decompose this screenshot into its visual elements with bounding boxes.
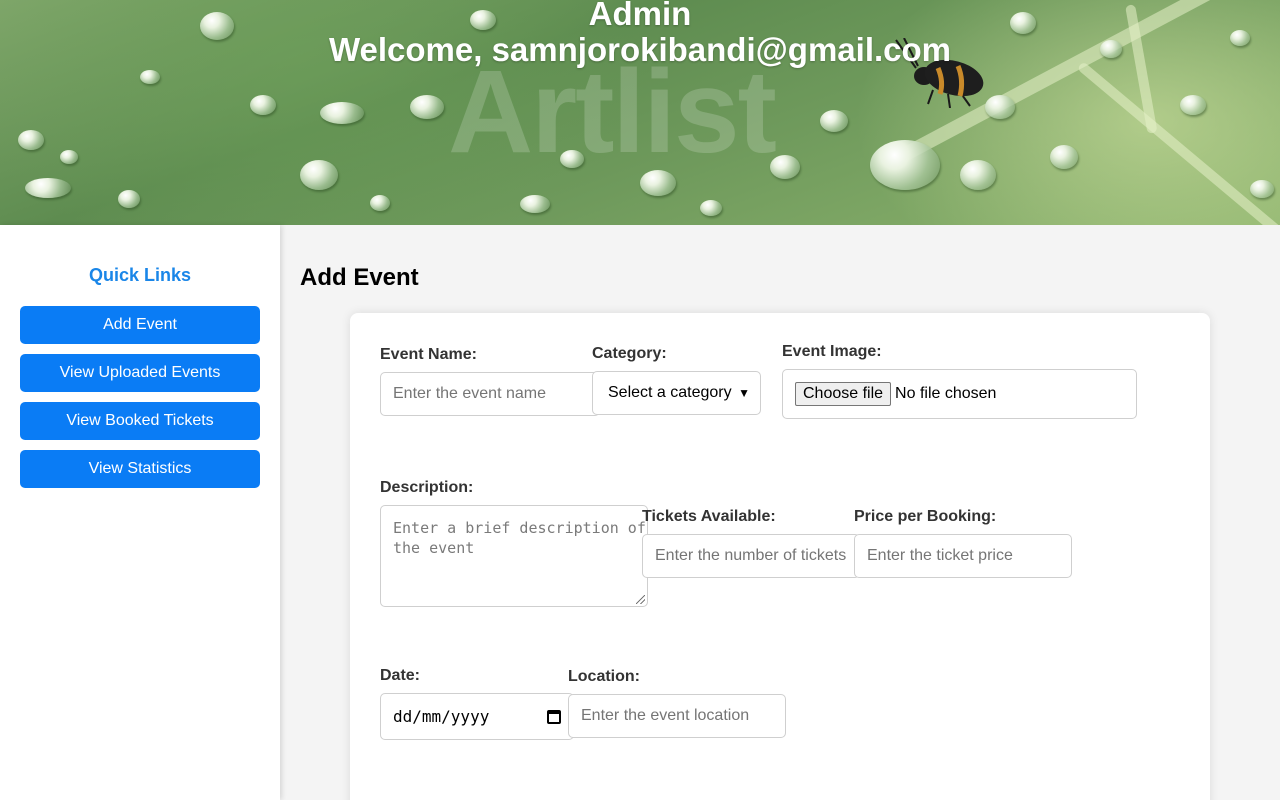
resize-handle-icon[interactable] bbox=[636, 595, 645, 604]
category-label: Category: bbox=[592, 345, 667, 362]
description-placeholder: Enter a brief description of the event bbox=[393, 519, 646, 557]
water-drop bbox=[870, 140, 940, 190]
water-drop bbox=[25, 178, 71, 198]
date-label: Date: bbox=[380, 667, 421, 684]
category-selected-value: Select a category bbox=[608, 384, 732, 401]
water-drop bbox=[700, 200, 722, 216]
price-input[interactable]: Enter the ticket price bbox=[854, 534, 1072, 578]
quick-links-heading: Quick Links bbox=[88, 265, 192, 285]
event-image-file-input: Choose file No file chosen bbox=[782, 369, 1137, 419]
water-drop bbox=[1180, 95, 1206, 115]
calendar-icon[interactable] bbox=[547, 709, 561, 724]
view-booked-tickets-button[interactable]: View Booked Tickets bbox=[20, 402, 260, 440]
leaf-vein bbox=[1076, 61, 1280, 225]
tickets-available-placeholder: Enter the number of tickets bbox=[655, 547, 847, 564]
page-title: Add Event bbox=[300, 264, 419, 291]
choose-file-button[interactable]: Choose file bbox=[795, 382, 892, 406]
location-input[interactable]: Enter the event location bbox=[568, 694, 786, 738]
tickets-available-input[interactable]: Enter the number of tickets bbox=[642, 534, 860, 578]
header-banner: Artlist Admin Welcome, samnjorokibandi@g… bbox=[0, 0, 1280, 225]
water-drop bbox=[820, 110, 848, 132]
water-drop bbox=[320, 102, 364, 124]
add-event-form: Event Name: Enter the event name Categor… bbox=[350, 313, 1210, 800]
category-select[interactable]: Select a category ▼ bbox=[592, 371, 761, 415]
water-drop bbox=[1250, 180, 1274, 198]
location-label: Location: bbox=[568, 668, 640, 685]
add-event-button[interactable]: Add Event bbox=[20, 306, 260, 344]
description-textarea[interactable]: Enter a brief description of the event bbox=[380, 505, 648, 607]
date-value: dd/mm/yyyy bbox=[393, 707, 490, 726]
water-drop bbox=[118, 190, 140, 208]
water-drop bbox=[18, 130, 44, 150]
water-drop bbox=[300, 160, 338, 190]
date-input[interactable]: dd/mm/yyyy bbox=[380, 693, 574, 740]
water-drop bbox=[960, 160, 996, 190]
price-label: Price per Booking: bbox=[854, 508, 997, 525]
file-status-text: No file chosen bbox=[895, 385, 997, 402]
sidebar: Quick Links Add Event View Uploaded Even… bbox=[0, 225, 280, 800]
tickets-available-label: Tickets Available: bbox=[642, 508, 776, 525]
chevron-down-icon: ▼ bbox=[738, 386, 750, 400]
water-drop bbox=[410, 95, 444, 119]
view-uploaded-events-button[interactable]: View Uploaded Events bbox=[20, 354, 260, 392]
event-name-label: Event Name: bbox=[380, 346, 477, 363]
water-drop bbox=[60, 150, 78, 164]
water-drop bbox=[250, 95, 276, 115]
description-label: Description: bbox=[380, 479, 474, 496]
view-statistics-button[interactable]: View Statistics bbox=[20, 450, 260, 488]
event-image-label: Event Image: bbox=[782, 343, 882, 360]
water-drop bbox=[1050, 145, 1078, 169]
water-drop bbox=[520, 195, 550, 213]
page-heading-admin: Admin bbox=[588, 0, 692, 32]
water-drop bbox=[140, 70, 160, 84]
event-name-input[interactable]: Enter the event name bbox=[380, 372, 600, 416]
welcome-message: Welcome, samnjorokibandi@gmail.com bbox=[328, 31, 952, 68]
water-drop bbox=[370, 195, 390, 211]
